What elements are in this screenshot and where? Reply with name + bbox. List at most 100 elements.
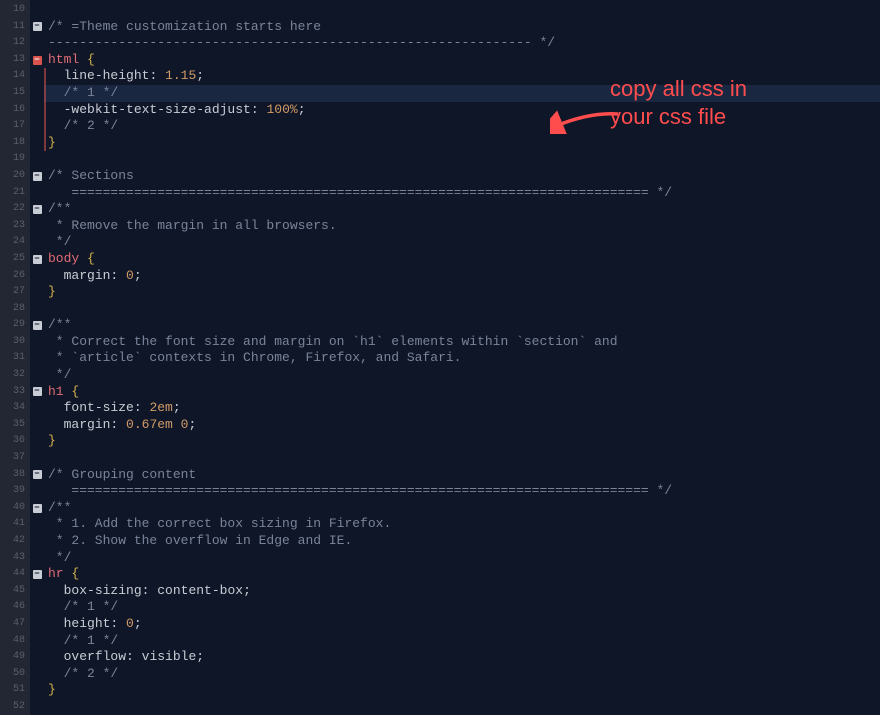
line-number: 44 [0, 566, 30, 583]
code-line[interactable]: height: 0; [44, 616, 880, 633]
code-line[interactable]: * Remove the margin in all browsers. [44, 218, 880, 235]
fold-toggle-icon[interactable]: − [33, 321, 42, 330]
code-line[interactable]: * Correct the font size and margin on `h… [44, 334, 880, 351]
code-line[interactable]: html { [44, 52, 880, 69]
fold-cell: − [30, 467, 44, 484]
code-line[interactable]: /* 2 */ [44, 666, 880, 683]
code-line[interactable]: body { [44, 251, 880, 268]
line-number: 12 [0, 35, 30, 52]
fold-cell: − [30, 251, 44, 268]
code-editor: 1011121314151617181920212223242526272829… [0, 0, 880, 715]
code-line[interactable]: /* 1 */ [44, 633, 880, 650]
token-plain [48, 583, 64, 598]
token-comment: ========================================… [48, 185, 672, 200]
token-value: visible [142, 649, 197, 664]
fold-toggle-icon[interactable]: − [33, 470, 42, 479]
fold-toggle-icon[interactable]: − [33, 255, 42, 264]
code-line[interactable]: */ [44, 550, 880, 567]
token-plain [48, 649, 64, 664]
code-area[interactable]: /* =Theme customization starts here-----… [44, 0, 880, 715]
code-line[interactable]: hr { [44, 566, 880, 583]
fold-toggle-icon[interactable]: − [33, 205, 42, 214]
code-line[interactable]: /** [44, 500, 880, 517]
token-plain [48, 666, 64, 681]
token-plain [157, 68, 165, 83]
code-line[interactable] [44, 699, 880, 715]
code-line[interactable]: } [44, 433, 880, 450]
token-prop: -webkit-text-size-adjust [64, 102, 251, 117]
code-line[interactable]: * 2. Show the overflow in Edge and IE. [44, 533, 880, 550]
token-comment: /* 1 */ [64, 633, 119, 648]
code-line[interactable]: -webkit-text-size-adjust: 100%; [44, 102, 880, 119]
fold-toggle-icon[interactable]: − [33, 56, 42, 65]
code-line[interactable]: ========================================… [44, 185, 880, 202]
code-line[interactable]: ========================================… [44, 483, 880, 500]
fold-toggle-icon[interactable]: − [33, 570, 42, 579]
fold-cell [30, 516, 44, 533]
code-line[interactable]: overflow: visible; [44, 649, 880, 666]
token-punct: ; [298, 102, 306, 117]
fold-toggle-icon[interactable]: − [33, 504, 42, 513]
line-number: 38 [0, 467, 30, 484]
token-comment: /* 1 */ [64, 85, 119, 100]
token-comment: /* Grouping content [48, 467, 196, 482]
code-line[interactable]: } [44, 135, 880, 152]
fold-cell [30, 417, 44, 434]
code-line[interactable]: box-sizing: content-box; [44, 583, 880, 600]
code-line[interactable]: /* Sections [44, 168, 880, 185]
code-line[interactable]: */ [44, 234, 880, 251]
line-number: 41 [0, 516, 30, 533]
code-line[interactable]: /** [44, 201, 880, 218]
line-number: 31 [0, 350, 30, 367]
code-line[interactable]: /* Grouping content [44, 467, 880, 484]
token-plain [118, 616, 126, 631]
code-line[interactable]: margin: 0.67em 0; [44, 417, 880, 434]
fold-cell [30, 301, 44, 318]
fold-cell [30, 633, 44, 650]
code-line[interactable]: line-height: 1.15; [44, 68, 880, 85]
code-line[interactable]: /** [44, 317, 880, 334]
code-line[interactable]: font-size: 2em; [44, 400, 880, 417]
code-line[interactable] [44, 2, 880, 19]
code-line[interactable]: /* 2 */ [44, 118, 880, 135]
token-comment: */ [48, 367, 71, 382]
token-prop: box-sizing [64, 583, 142, 598]
fold-cell [30, 284, 44, 301]
line-number: 22 [0, 201, 30, 218]
line-number: 40 [0, 500, 30, 517]
fold-cell [30, 699, 44, 715]
fold-cell [30, 234, 44, 251]
code-line[interactable] [44, 301, 880, 318]
code-line[interactable]: /* 1 */ [44, 85, 880, 102]
token-plain [48, 85, 64, 100]
token-punct: : [251, 102, 259, 117]
code-line[interactable] [44, 151, 880, 168]
fold-cell [30, 649, 44, 666]
code-line[interactable]: /* 1 */ [44, 599, 880, 616]
code-line[interactable] [44, 450, 880, 467]
line-number: 25 [0, 251, 30, 268]
fold-toggle-icon[interactable]: − [33, 387, 42, 396]
token-comment: /** [48, 317, 71, 332]
code-line[interactable]: * `article` contexts in Chrome, Firefox,… [44, 350, 880, 367]
code-line[interactable]: ----------------------------------------… [44, 35, 880, 52]
code-line[interactable]: } [44, 682, 880, 699]
fold-toggle-icon[interactable]: − [33, 22, 42, 31]
token-comment: * Remove the margin in all browsers. [48, 218, 337, 233]
code-line[interactable]: } [44, 284, 880, 301]
token-prop: overflow [64, 649, 126, 664]
fold-cell: − [30, 384, 44, 401]
line-number: 43 [0, 550, 30, 567]
token-brace: } [48, 682, 56, 697]
token-plain [79, 251, 87, 266]
fold-toggle-icon[interactable]: − [33, 172, 42, 181]
code-line[interactable]: margin: 0; [44, 268, 880, 285]
code-line[interactable]: */ [44, 367, 880, 384]
code-line[interactable]: * 1. Add the correct box sizing in Firef… [44, 516, 880, 533]
line-number: 33 [0, 384, 30, 401]
code-line[interactable]: h1 { [44, 384, 880, 401]
code-line[interactable]: /* =Theme customization starts here [44, 19, 880, 36]
fold-guide [44, 68, 46, 85]
token-num: 0 [126, 268, 134, 283]
fold-cell [30, 550, 44, 567]
